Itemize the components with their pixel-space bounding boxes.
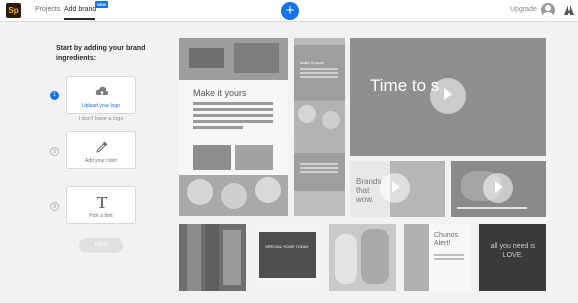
add-color-card[interactable]: Add your color bbox=[66, 131, 136, 169]
play-icon[interactable] bbox=[380, 173, 410, 203]
play-icon[interactable] bbox=[430, 78, 466, 114]
template-bowls-photo[interactable] bbox=[294, 101, 345, 135]
sidebar-title: Start by adding your brand ingredients: bbox=[56, 45, 146, 62]
upload-logo-card[interactable]: Upload your logo bbox=[66, 76, 136, 114]
nav-projects[interactable]: Projects bbox=[35, 6, 60, 13]
template-bread[interactable] bbox=[329, 224, 396, 291]
avatar-body-icon bbox=[543, 12, 553, 17]
avatar[interactable] bbox=[541, 3, 555, 17]
font-icon bbox=[97, 197, 107, 208]
pick-font-label: Pick a font bbox=[89, 213, 113, 219]
create-button[interactable]: + bbox=[281, 2, 299, 20]
template-cookies-photo[interactable] bbox=[179, 175, 288, 216]
template-chunos-alert[interactable]: Chunos Alert! bbox=[404, 224, 471, 291]
all-you-need-heading: all you need is LOVE. bbox=[490, 243, 536, 259]
new-badge: NEW bbox=[95, 1, 109, 8]
spark-logo[interactable]: Sp bbox=[6, 3, 21, 18]
template-all-you-need[interactable]: all you need is LOVE. bbox=[479, 224, 546, 291]
play-icon[interactable] bbox=[483, 173, 513, 203]
template-video-brands[interactable]: Brands that wow. bbox=[350, 161, 445, 217]
time-to-shine-heading: Time to s bbox=[370, 76, 440, 95]
step-1-indicator: 1 bbox=[50, 91, 59, 100]
cloud-upload-icon bbox=[95, 86, 109, 97]
template-market-photo[interactable] bbox=[179, 38, 288, 80]
template-make-it-yours-small[interactable]: Make it yours bbox=[294, 38, 345, 101]
chunos-heading: Chunos Alert! bbox=[434, 232, 459, 247]
special-text: SPECIAL YOUR TODAY bbox=[265, 244, 309, 249]
upgrade-link[interactable]: Upgrade bbox=[510, 6, 537, 13]
top-bar: Sp Projects Add brand NEW + Upgrade bbox=[0, 0, 578, 22]
no-logo-link[interactable]: I don't have a logo bbox=[66, 116, 136, 122]
template-video-dessert[interactable] bbox=[451, 161, 546, 217]
make-it-yours-heading: Make it yours bbox=[193, 88, 247, 98]
template-make-it-yours[interactable]: Make it yours bbox=[179, 80, 288, 175]
template-video-time-to-shine[interactable]: Time to s bbox=[350, 38, 546, 156]
nav-add-brand[interactable]: Add brand bbox=[64, 6, 96, 13]
avatar-head-icon bbox=[545, 5, 551, 11]
add-color-label: Add your color bbox=[84, 158, 118, 164]
upload-logo-label: Upload your logo bbox=[82, 103, 120, 109]
template-special[interactable]: SPECIAL YOUR TODAY bbox=[254, 224, 321, 291]
make-it-yours-small-heading: Make it yours bbox=[300, 60, 324, 65]
active-tab-indicator bbox=[64, 18, 95, 20]
adobe-logo-icon[interactable] bbox=[564, 5, 574, 15]
template-building[interactable] bbox=[179, 224, 246, 291]
next-button[interactable]: Next bbox=[79, 238, 123, 253]
template-make-it-yours-small-2[interactable] bbox=[294, 135, 345, 216]
pick-font-card[interactable]: Pick a font bbox=[66, 186, 136, 224]
step-2-indicator: 2 bbox=[50, 147, 59, 156]
step-3-indicator: 3 bbox=[50, 202, 59, 211]
eyedropper-icon bbox=[96, 141, 108, 153]
